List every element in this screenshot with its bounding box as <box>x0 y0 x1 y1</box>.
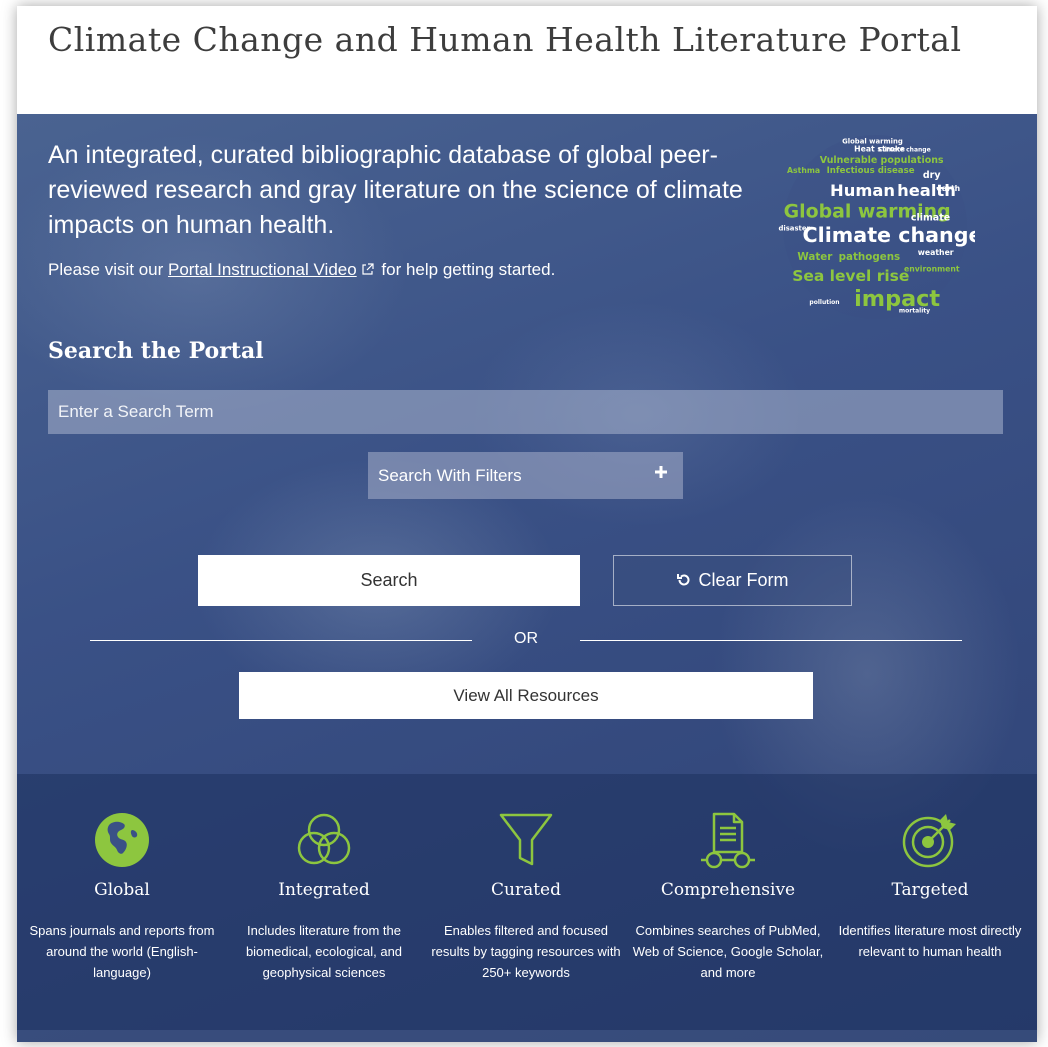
venn-diagram-icon <box>297 813 351 865</box>
feature-title: Integrated <box>278 880 370 900</box>
word-cloud-image: Global warmingHeat strokeClimate changeV… <box>778 135 975 319</box>
document-glasses-icon <box>701 812 755 869</box>
help-suffix: for help getting started. <box>376 260 556 279</box>
feature-description: Spans journals and reports from around t… <box>29 923 215 980</box>
or-label: OR <box>514 630 538 647</box>
page-title: Climate Change and Human Health Literatu… <box>48 20 962 59</box>
clear-form-label: Clear Form <box>698 570 789 590</box>
plus-icon <box>655 466 667 478</box>
word-cloud-word: earth <box>937 184 960 193</box>
feature-title: Comprehensive <box>660 880 796 900</box>
word-cloud-word: Water <box>797 251 833 263</box>
clear-form-button[interactable]: Clear Form <box>613 555 852 606</box>
hero-tagline: An integrated, curated bibliographic dat… <box>48 141 743 239</box>
site-header: Climate Change and Human Health Literatu… <box>17 6 1037 114</box>
search-input[interactable] <box>48 390 1003 434</box>
word-cloud-word: Infectious disease <box>827 166 915 176</box>
feature-title: Global <box>94 880 150 900</box>
search-heading: Search the Portal <box>48 338 264 364</box>
divider-line-right <box>580 640 962 641</box>
filters-label: Search With Filters <box>378 465 522 485</box>
feature-description: Enables filtered and focused results by … <box>431 923 621 980</box>
page-frame: Climate Change and Human Health Literatu… <box>17 6 1037 1042</box>
view-all-resources-button[interactable]: View All Resources <box>239 672 813 719</box>
hero-section: An integrated, curated bibliographic dat… <box>17 114 1037 1042</box>
word-cloud-word: mortality <box>899 307 930 314</box>
word-cloud-word: disaster <box>778 224 810 232</box>
help-prefix: Please visit our <box>48 260 168 279</box>
search-with-filters-toggle[interactable]: Search With Filters <box>368 452 683 499</box>
word-cloud-word: Sea level rise <box>792 267 909 285</box>
word-cloud-word: Climate change <box>803 223 975 247</box>
features-band: Global Spans journals and reports from a… <box>17 774 1037 1030</box>
feature-description: Combines searches of PubMed, Web of Scie… <box>632 923 824 980</box>
word-cloud-word: pathogens <box>839 251 901 263</box>
word-cloud-word: Human <box>830 181 895 200</box>
feature-description: Includes literature from the biomedical,… <box>245 923 403 980</box>
word-cloud-word: pollution <box>809 299 839 306</box>
word-cloud-word: dry <box>923 170 941 181</box>
funnel-icon <box>499 813 553 866</box>
target-icon <box>902 814 956 868</box>
instructional-video-link[interactable]: Portal Instructional Video <box>168 260 357 279</box>
help-text: Please visit our Portal Instructional Vi… <box>48 260 555 280</box>
feature-title: Curated <box>491 880 561 900</box>
or-divider: OR <box>90 630 962 650</box>
feature-description: Identifies literature most directly rele… <box>838 923 1022 959</box>
word-cloud-word: Asthma <box>787 166 820 175</box>
external-link-icon <box>362 263 374 275</box>
search-button[interactable]: Search <box>198 555 580 606</box>
word-cloud-word: Vulnerable populations <box>820 155 944 166</box>
word-cloud-word: Climate change <box>878 147 931 154</box>
feature-title: Targeted <box>891 880 969 900</box>
globe-icon <box>95 813 149 867</box>
word-cloud-word: weather <box>918 248 954 257</box>
divider-line-left <box>90 640 472 641</box>
word-cloud-word: environment <box>904 264 960 273</box>
refresh-icon <box>677 574 690 586</box>
bottom-strip <box>17 1030 1037 1042</box>
